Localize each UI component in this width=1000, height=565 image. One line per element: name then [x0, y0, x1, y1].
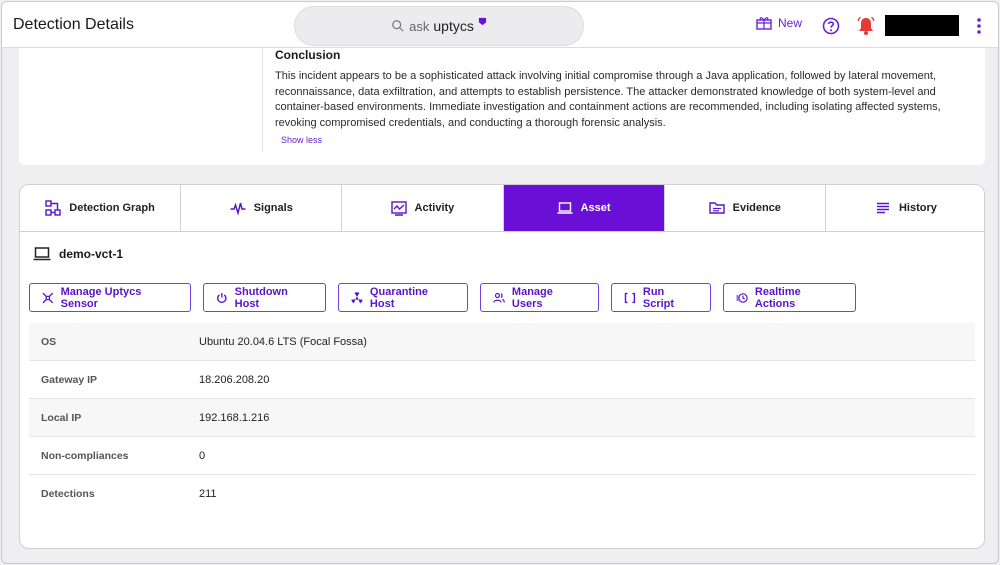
run-script-button[interactable]: Run Script — [611, 283, 711, 312]
tab-label: Activity — [414, 202, 455, 214]
property-row-os: OS Ubuntu 20.04.6 LTS (Focal Fossa) — [29, 323, 975, 361]
folder-icon — [708, 202, 725, 214]
show-less-link[interactable]: Show less — [281, 135, 322, 145]
tab-label: Signals — [253, 202, 293, 214]
top-header: Detection Details ask uptycs New — [2, 2, 998, 48]
property-key: Detections — [41, 488, 95, 500]
user-menu[interactable] — [885, 15, 959, 36]
property-value: 0 — [199, 449, 206, 462]
help-icon[interactable] — [822, 17, 840, 35]
tab-label: Asset — [580, 202, 611, 214]
ask-uptycs-search[interactable]: ask uptycs — [294, 6, 584, 46]
sensor-icon — [42, 292, 54, 303]
asset-properties: OS Ubuntu 20.04.6 LTS (Focal Fossa) Gate… — [29, 323, 975, 513]
property-value: 211 — [199, 488, 217, 500]
property-row-non-compliances: Non-compliances 0 — [29, 437, 975, 475]
users-icon — [493, 292, 505, 303]
gift-icon — [756, 17, 772, 30]
asset-actions: Manage Uptycs Sensor Shutdown Host Quara… — [29, 283, 856, 312]
property-value: 192.168.1.216 — [199, 411, 270, 424]
manage-uptycs-sensor-button[interactable]: Manage Uptycs Sensor — [29, 283, 191, 312]
graph-icon — [45, 200, 61, 216]
property-key: Gateway IP — [41, 373, 98, 386]
action-label: Realtime Actions — [754, 285, 801, 310]
tab-activity[interactable]: Activity — [342, 185, 504, 231]
action-label: Run Script — [642, 285, 675, 310]
uptycs-logo-icon — [478, 17, 486, 26]
laptop-icon — [33, 247, 51, 261]
page-title: Detection Details — [13, 16, 134, 33]
tab-history[interactable]: History — [825, 185, 984, 231]
shutdown-host-button[interactable]: Shutdown Host — [203, 283, 326, 312]
activity-icon — [390, 201, 407, 216]
property-row-gateway-ip: Gateway IP 18.206.208.20 — [29, 361, 975, 399]
asset-name: demo-vct-1 — [59, 247, 124, 261]
tab-label: History — [898, 202, 937, 214]
tab-evidence[interactable]: Evidence — [664, 185, 826, 231]
pulse-icon — [230, 202, 246, 216]
detection-tabs-card: Detection Graph Signals Activity Asset E… — [19, 184, 985, 549]
divider — [262, 48, 263, 152]
property-row-local-ip: Local IP 192.168.1.216 — [29, 399, 975, 437]
laptop-icon — [557, 202, 573, 214]
new-label: New — [778, 16, 803, 30]
property-key: OS — [41, 335, 57, 348]
power-icon — [217, 292, 227, 303]
realtime-actions-button[interactable]: Realtime Actions — [723, 283, 856, 312]
tab-bar: Detection Graph Signals Activity Asset E… — [20, 185, 984, 232]
action-label: Manage Users — [511, 285, 553, 310]
tab-detection-graph[interactable]: Detection Graph — [20, 185, 182, 231]
bell-icon[interactable] — [857, 16, 875, 36]
action-label: Shutdown Host — [234, 285, 288, 310]
list-icon — [876, 202, 889, 214]
conclusion-title: Conclusion — [275, 48, 341, 62]
ask-brand: uptycs — [433, 18, 474, 34]
radiation-icon — [351, 291, 363, 303]
tab-label: Detection Graph — [69, 202, 155, 214]
property-key: Local IP — [41, 411, 82, 424]
tab-signals[interactable]: Signals — [181, 185, 343, 231]
property-key: Non-compliances — [41, 449, 129, 462]
property-row-detections: Detections 211 — [29, 475, 975, 513]
brackets-icon — [624, 292, 636, 303]
tab-asset[interactable]: Asset — [503, 185, 665, 231]
realtime-icon — [736, 292, 748, 303]
conclusion-panel: Conclusion This incident appears to be a… — [19, 48, 985, 165]
ask-prefix: ask — [409, 18, 430, 34]
app-window: Detection Details ask uptycs New Conclus… — [1, 1, 999, 564]
more-vertical-icon[interactable] — [975, 16, 983, 36]
manage-users-button[interactable]: Manage Users — [480, 283, 599, 312]
action-label: Quarantine Host — [369, 285, 428, 310]
tab-label: Evidence — [732, 202, 781, 214]
whats-new-button[interactable]: New — [756, 16, 802, 30]
conclusion-text: This incident appears to be a sophistica… — [275, 70, 941, 129]
property-value: Ubuntu 20.04.6 LTS (Focal Fossa) — [199, 335, 367, 348]
action-label: Manage Uptycs Sensor — [60, 285, 142, 310]
search-icon — [392, 20, 404, 32]
property-value: 18.206.208.20 — [199, 373, 270, 386]
asset-header: demo-vct-1 — [33, 247, 123, 261]
quarantine-host-button[interactable]: Quarantine Host — [338, 283, 468, 312]
